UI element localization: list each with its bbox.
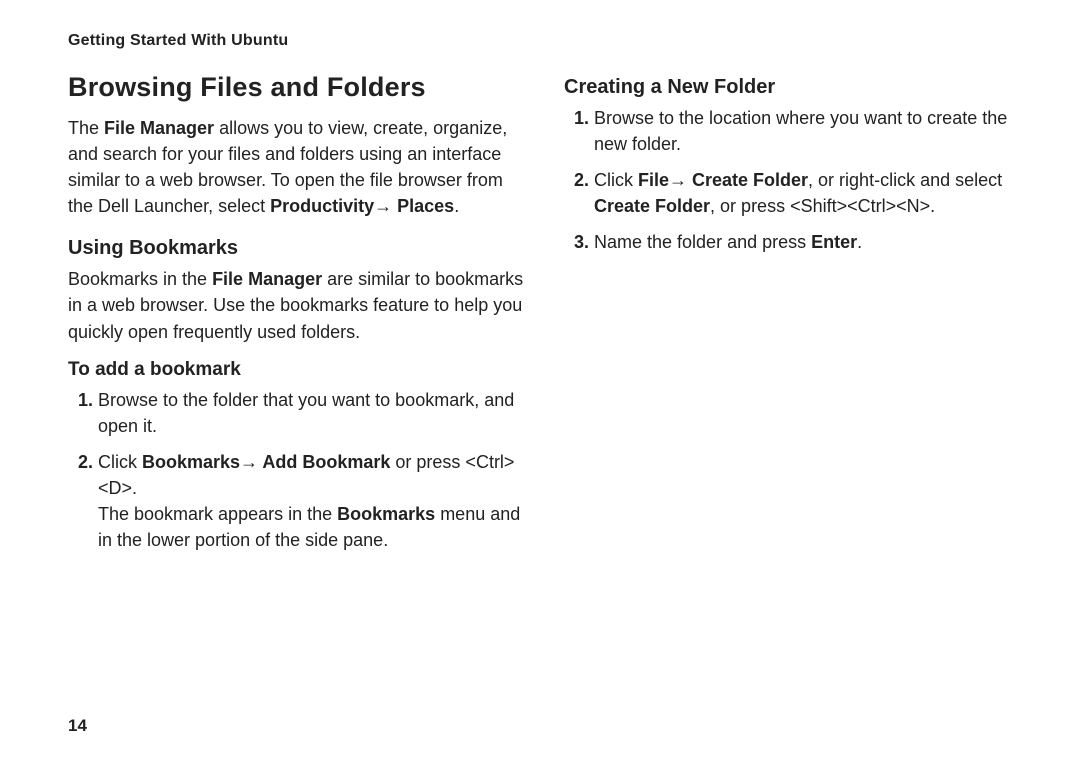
intro-paragraph: The File Manager allows you to view, cre… [68,115,524,219]
list-item: Browse to the location where you want to… [594,105,1020,157]
content-columns: Browsing Files and Folders The File Mana… [68,72,1020,563]
list-item: Click File→ Create Folder, or right-clic… [594,167,1020,219]
add-bookmark-heading: To add a bookmark [68,359,524,381]
bookmarks-paragraph: Bookmarks in the File Manager are simila… [68,266,524,344]
page-number: 14 [68,716,87,736]
create-folder-heading: Creating a New Folder [564,76,1020,99]
using-bookmarks-heading: Using Bookmarks [68,237,524,260]
add-bookmark-steps: Browse to the folder that you want to bo… [68,387,524,554]
list-item: Click Bookmarks→ Add Bookmark or press <… [98,449,524,553]
list-item: Name the folder and press Enter. [594,229,1020,255]
list-item: Browse to the folder that you want to bo… [98,387,524,439]
left-column: Browsing Files and Folders The File Mana… [68,72,524,563]
main-heading: Browsing Files and Folders [68,72,524,103]
page-header: Getting Started With Ubuntu [68,32,1020,50]
right-column: Creating a New Folder Browse to the loca… [564,72,1020,563]
create-folder-steps: Browse to the location where you want to… [564,105,1020,255]
